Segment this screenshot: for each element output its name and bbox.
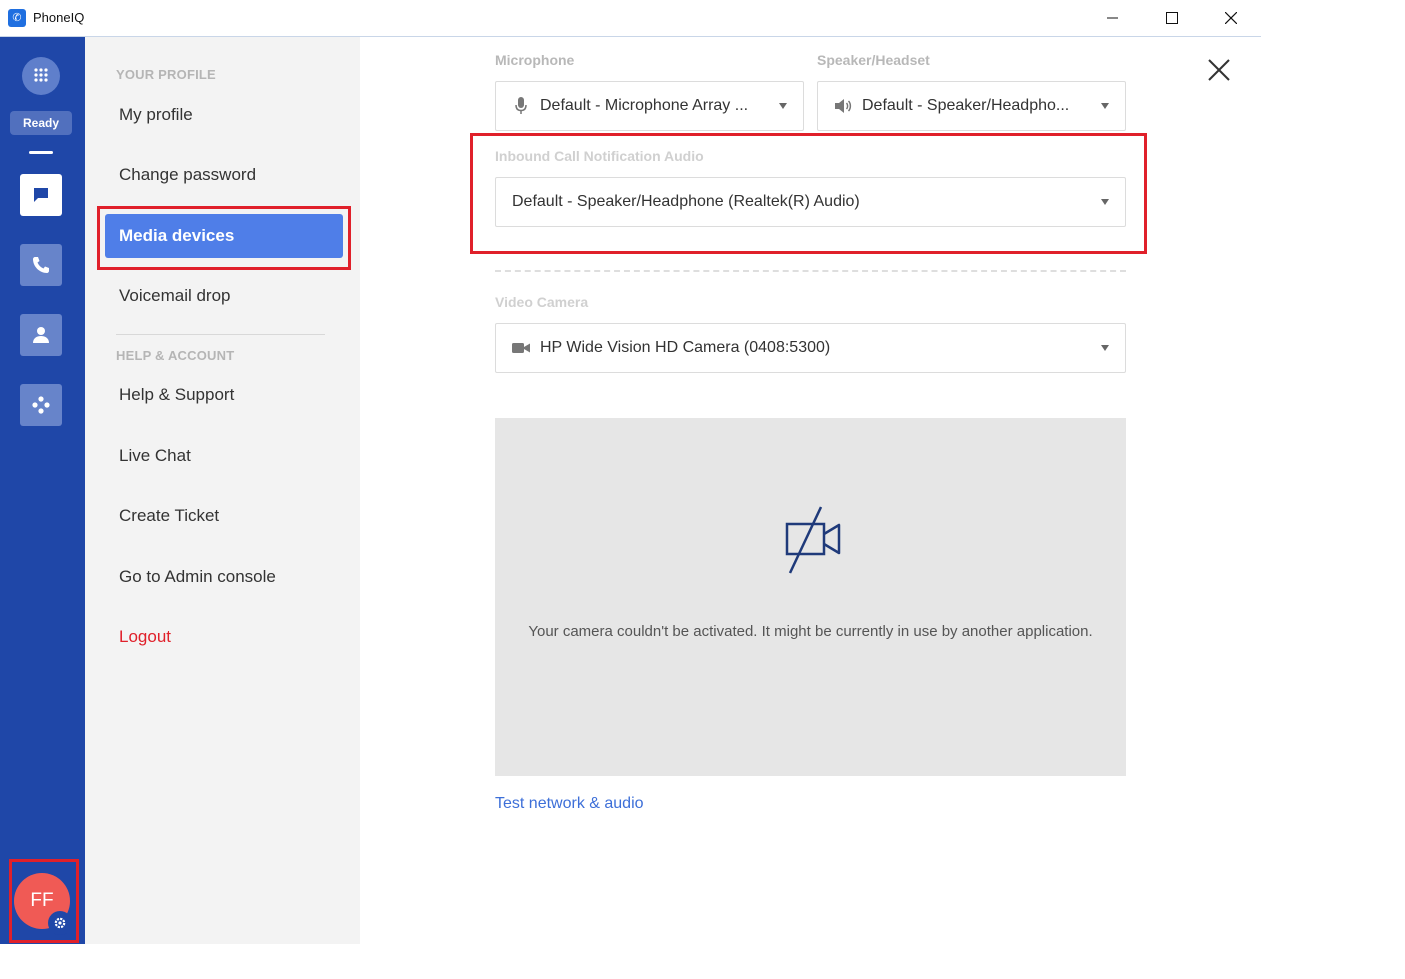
status-badge[interactable]: Ready (10, 111, 72, 135)
close-icon (1208, 59, 1230, 81)
maximize-icon (1166, 12, 1178, 24)
video-camera-value: HP Wide Vision HD Camera (0408:5300) (540, 339, 831, 356)
minimize-button[interactable] (1084, 0, 1142, 36)
chevron-down-icon (1101, 199, 1109, 205)
menu-item-media-devices[interactable]: Media devices (105, 214, 343, 258)
menu-item-voicemail-drop[interactable]: Voicemail drop (119, 286, 231, 306)
speaker-icon (834, 98, 852, 114)
avatar-settings-badge[interactable] (48, 911, 72, 935)
inbound-audio-label: Inbound Call Notification Audio (495, 148, 704, 164)
menu-divider (116, 334, 325, 335)
integrations-button[interactable] (20, 384, 62, 426)
window-title: PhoneIQ (33, 10, 85, 25)
section-your-profile: YOUR PROFILE (116, 67, 216, 82)
phone-icon (33, 257, 49, 273)
speaker-select[interactable]: Default - Speaker/Headpho... (817, 81, 1126, 131)
minimize-icon (1107, 17, 1118, 19)
speaker-value: Default - Speaker/Headpho... (862, 97, 1070, 114)
dialpad-icon (34, 68, 48, 82)
left-rail: Ready (0, 37, 85, 944)
contacts-button[interactable] (20, 314, 62, 356)
video-camera-select[interactable]: HP Wide Vision HD Camera (0408:5300) (495, 323, 1126, 373)
microphone-value: Default - Microphone Array ... (540, 97, 749, 114)
chevron-down-icon (779, 103, 787, 109)
close-panel-button[interactable] (1204, 55, 1234, 85)
close-window-button[interactable] (1202, 0, 1260, 36)
integrations-icon (32, 396, 50, 414)
close-icon (1225, 12, 1237, 24)
chevron-down-icon (1101, 345, 1109, 351)
camera-preview: Your camera couldn't be activated. It mi… (495, 418, 1126, 776)
menu-item-logout[interactable]: Logout (119, 627, 171, 647)
video-camera-label: Video Camera (495, 294, 589, 310)
microphone-icon (512, 97, 530, 115)
microphone-label: Microphone (495, 52, 575, 68)
gear-icon (54, 917, 66, 929)
video-camera-icon (512, 342, 530, 354)
menu-item-my-profile[interactable]: My profile (119, 105, 193, 125)
inbound-audio-select[interactable]: Default - Speaker/Headphone (Realtek(R) … (495, 177, 1126, 227)
rail-divider (29, 151, 53, 154)
contact-icon (33, 327, 49, 343)
maximize-button[interactable] (1143, 0, 1201, 36)
camera-off-icon (785, 506, 841, 574)
menu-item-change-password[interactable]: Change password (119, 165, 256, 185)
microphone-select[interactable]: Default - Microphone Array ... (495, 81, 804, 131)
dialpad-button[interactable] (22, 57, 60, 95)
section-help-account: HELP & ACCOUNT (116, 348, 235, 363)
app-logo-icon: ✆ (8, 9, 26, 27)
menu-item-help-support[interactable]: Help & Support (119, 385, 234, 405)
chevron-down-icon (1101, 103, 1109, 109)
section-divider (495, 270, 1126, 272)
inbound-audio-value: Default - Speaker/Headphone (Realtek(R) … (512, 193, 860, 210)
media-devices-panel: Microphone Default - Microphone Array ..… (360, 37, 1261, 944)
menu-item-create-ticket[interactable]: Create Ticket (119, 506, 219, 526)
test-network-audio-link[interactable]: Test network & audio (495, 795, 644, 813)
menu-item-live-chat[interactable]: Live Chat (119, 446, 191, 466)
settings-menu: YOUR PROFILE My profile Change password … (85, 37, 360, 944)
phone-button[interactable] (20, 244, 62, 286)
title-bar: ✆ PhoneIQ (0, 0, 1261, 37)
chat-icon (34, 188, 48, 202)
desktop-background (1261, 0, 1405, 944)
speaker-label: Speaker/Headset (817, 52, 930, 68)
app-window: ✆ PhoneIQ Ready FF YOUR PROFILE My profi… (0, 0, 1261, 944)
camera-error-message: Your camera couldn't be activated. It mi… (528, 623, 1093, 640)
menu-item-admin-console[interactable]: Go to Admin console (119, 567, 276, 587)
chat-button[interactable] (20, 174, 62, 216)
user-avatar-button[interactable]: FF (10, 861, 78, 979)
